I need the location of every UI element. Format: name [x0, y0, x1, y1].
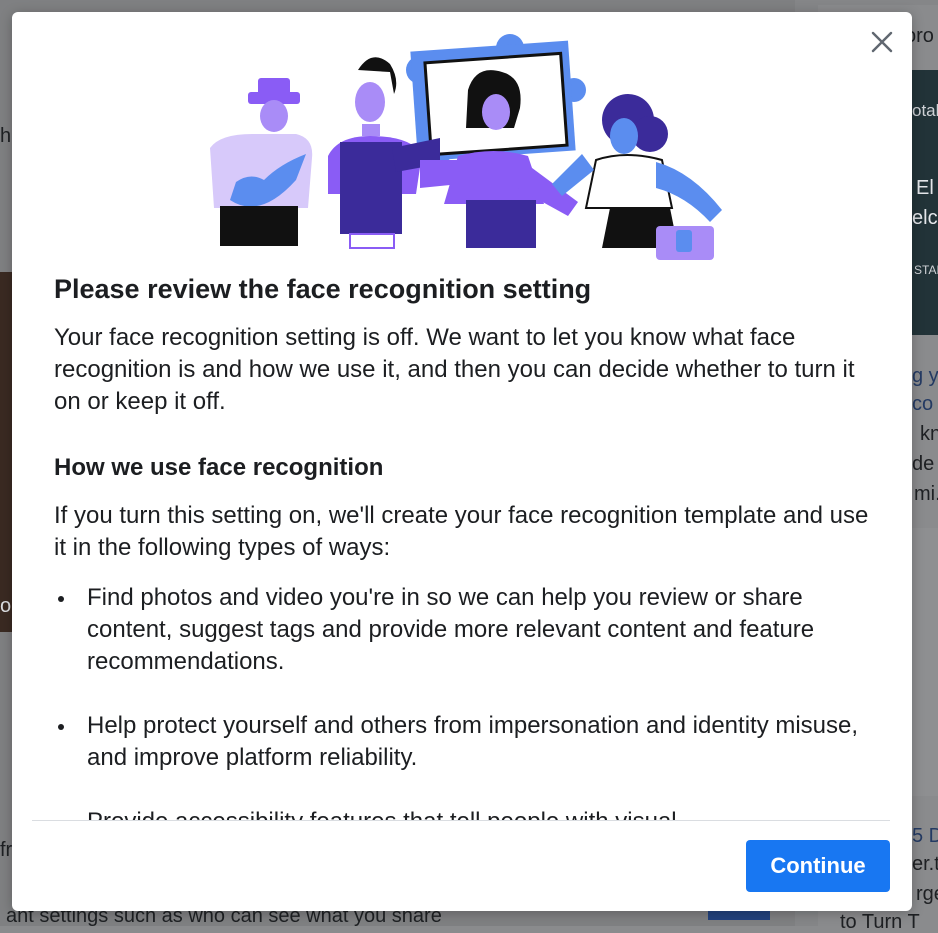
background-text: co: [912, 393, 934, 415]
list-item: Provide accessibility features that tell…: [54, 806, 884, 820]
background-text: El: [916, 177, 934, 199]
background-text: fr: [0, 839, 13, 861]
list-item: Help protect yourself and others from im…: [54, 710, 884, 774]
background-text: er.t: [912, 853, 938, 875]
background-text: to Turn T: [840, 911, 920, 933]
usage-list: Find photos and video you're in so we ca…: [54, 582, 884, 820]
illustration-image: [210, 34, 722, 260]
footer-divider: [32, 820, 890, 821]
section-heading: How we use face recognition: [54, 454, 384, 481]
background-photo: [0, 272, 12, 632]
dialog-content: Please review the face recognition setti…: [54, 264, 884, 820]
background-text: rge: [916, 883, 938, 905]
background-text: kn: [920, 423, 938, 445]
background-text: g y: [912, 365, 938, 387]
list-item: Find photos and video you're in so we ca…: [54, 582, 884, 678]
person-curly-hair-icon: [552, 94, 722, 260]
background-text: mi.: [914, 483, 938, 505]
background-text: o: [0, 595, 12, 617]
intro-paragraph: Your face recognition setting is off. We…: [54, 324, 855, 415]
close-icon: [871, 31, 893, 53]
background-text: STAR: [914, 263, 938, 277]
dialog-title: Please review the face recognition setti…: [54, 274, 592, 304]
background-text: 5 D: [912, 825, 938, 847]
person-center-icon: [420, 151, 578, 248]
background-text: elc: [912, 207, 938, 229]
body-paragraph: If you turn this setting on, we'll creat…: [54, 502, 869, 561]
background-text: de: [912, 453, 935, 475]
background-text: otal: [912, 101, 938, 120]
continue-button[interactable]: Continue: [746, 840, 890, 892]
background-ad-image-2: [912, 528, 938, 796]
face-recognition-dialog: Please review the face recognition setti…: [12, 12, 912, 911]
close-button[interactable]: [870, 30, 894, 54]
person-hat-icon: [210, 78, 313, 246]
